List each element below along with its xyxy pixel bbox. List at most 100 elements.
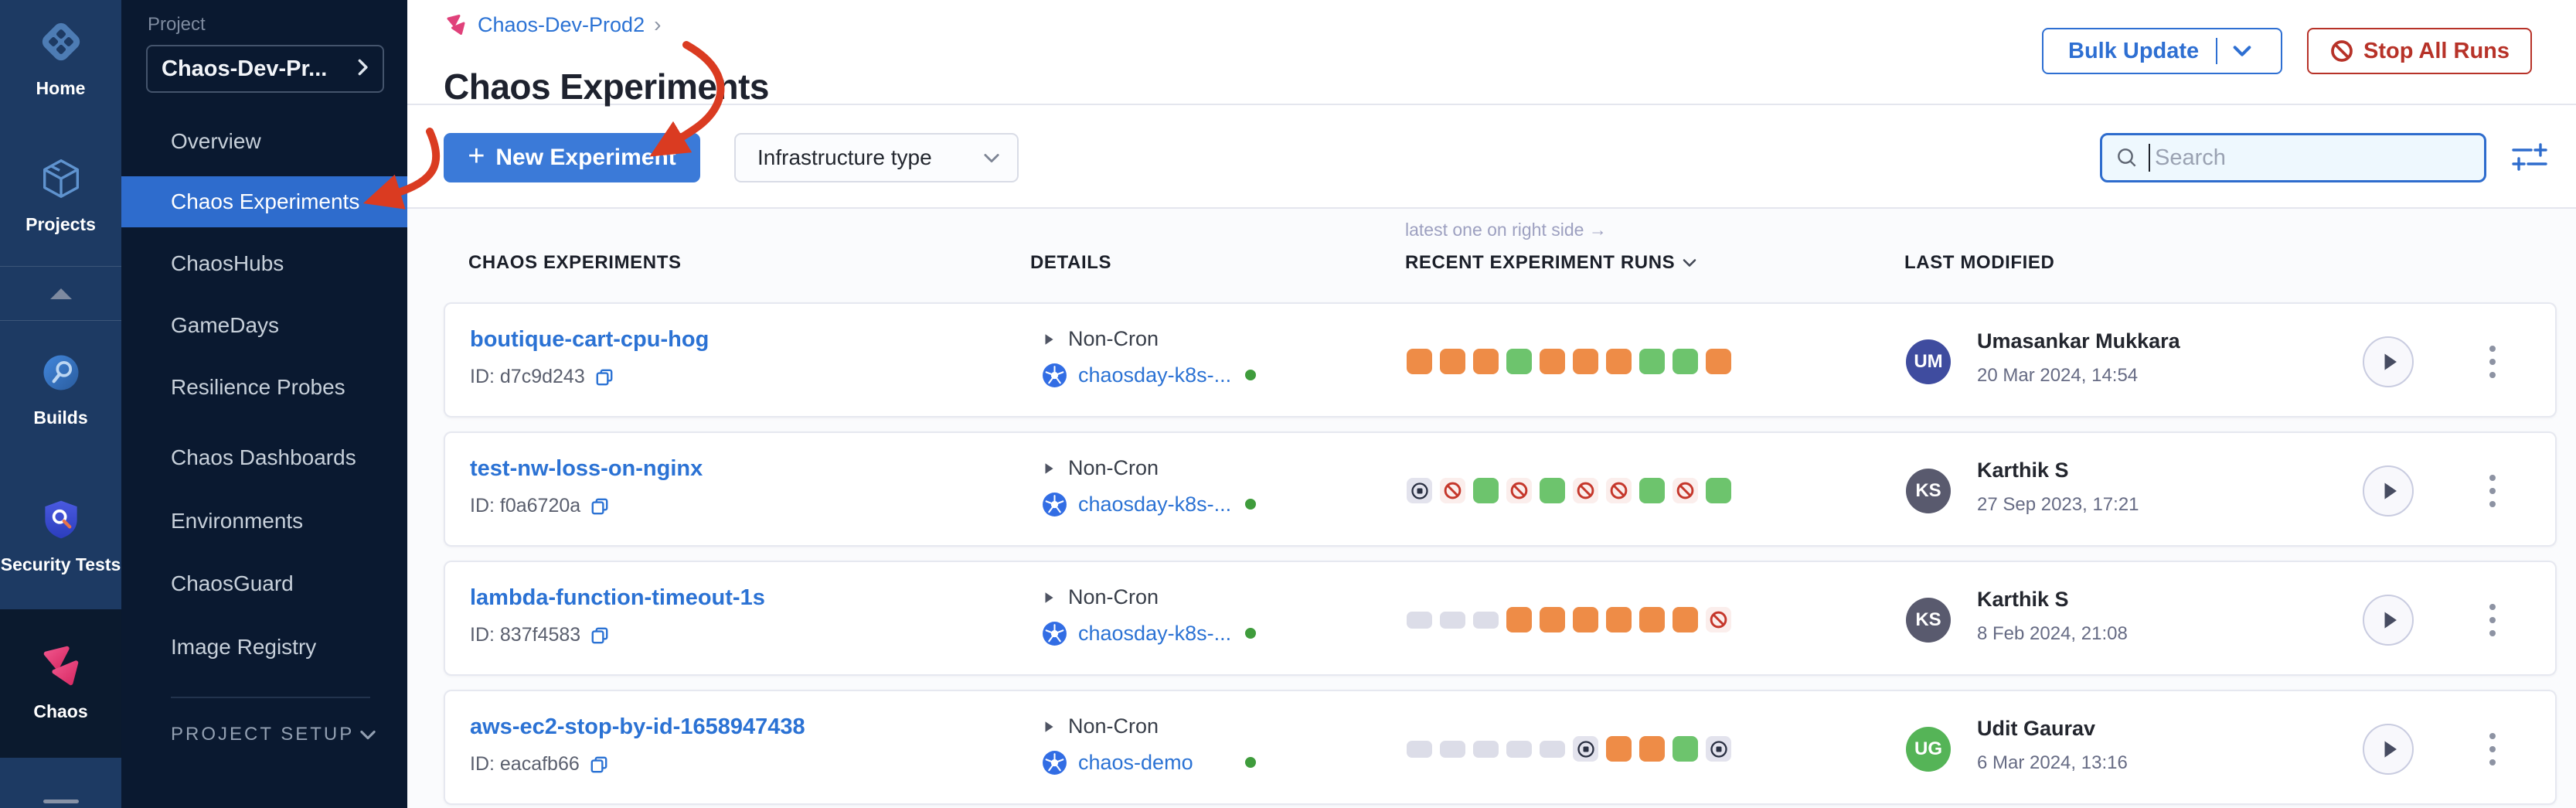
run-status-green[interactable]: [1673, 349, 1698, 374]
rail-label: Projects: [26, 214, 96, 234]
infrastructure-link[interactable]: chaos-demo: [1078, 751, 1193, 775]
run-status-orange[interactable]: [1706, 349, 1731, 374]
run-status-green[interactable]: [1639, 478, 1665, 503]
infrastructure-link[interactable]: chaosday-k8s-...: [1078, 493, 1231, 517]
run-status-stopped[interactable]: [1407, 478, 1432, 503]
run-experiment-button[interactable]: [2363, 595, 2414, 646]
recent-runs: [1407, 478, 1731, 503]
row-menu-button[interactable]: [2486, 733, 2499, 765]
run-status-noentry[interactable]: [1440, 478, 1465, 503]
run-experiment-button[interactable]: [2363, 465, 2414, 517]
copy-icon[interactable]: [590, 496, 610, 517]
run-status-orange[interactable]: [1639, 607, 1665, 632]
copy-icon[interactable]: [589, 755, 609, 775]
run-status-orange[interactable]: [1606, 349, 1632, 374]
search-input[interactable]: [2153, 145, 2450, 172]
run-status-orange[interactable]: [1673, 607, 1698, 632]
module-rail: Home Projects Builds Security Tests Chao…: [0, 0, 121, 808]
stop-all-runs-button[interactable]: Stop All Runs: [2307, 28, 2532, 74]
recent-runs: [1407, 736, 1731, 762]
experiment-row: lambda-function-timeout-1s ID: 837f4583 …: [444, 561, 2557, 676]
row-menu-button[interactable]: [2486, 475, 2499, 507]
row-menu-button[interactable]: [2486, 346, 2499, 378]
filter-icon[interactable]: [2511, 139, 2548, 176]
run-status-empty[interactable]: [1440, 612, 1465, 629]
sidebar-item-overview[interactable]: Overview: [121, 116, 407, 167]
sidebar-item-resilience-probes[interactable]: Resilience Probes: [121, 362, 407, 413]
run-status-empty[interactable]: [1506, 741, 1532, 758]
modified-by-name: Umasankar Mukkara: [1977, 329, 2180, 353]
sidebar-item-chaos-experiments[interactable]: Chaos Experiments: [121, 176, 407, 227]
run-status-empty[interactable]: [1440, 741, 1465, 758]
run-status-empty[interactable]: [1473, 741, 1499, 758]
projects-cube-icon: [37, 155, 85, 206]
rail-item-chaos[interactable]: Chaos: [0, 642, 121, 721]
infrastructure-link[interactable]: chaosday-k8s-...: [1078, 622, 1231, 646]
run-status-empty[interactable]: [1407, 612, 1432, 629]
run-status-orange[interactable]: [1606, 607, 1632, 632]
rail-item-home[interactable]: Home: [0, 17, 121, 98]
run-status-orange[interactable]: [1639, 736, 1665, 762]
sidebar-item-environments[interactable]: Environments: [121, 496, 407, 547]
rail-item-security-tests[interactable]: Security Tests: [0, 496, 121, 574]
run-status-stopped[interactable]: [1573, 736, 1598, 762]
project-name: Chaos-Dev-Pr...: [162, 56, 327, 82]
copy-icon[interactable]: [590, 626, 610, 646]
kubernetes-icon: [1042, 363, 1067, 388]
run-status-orange[interactable]: [1573, 349, 1598, 374]
run-status-orange[interactable]: [1440, 349, 1465, 374]
modified-date: 6 Mar 2024, 13:16: [1977, 752, 2128, 774]
run-experiment-button[interactable]: [2363, 724, 2414, 775]
rail-collapse-button[interactable]: [0, 267, 121, 321]
row-menu-button[interactable]: [2486, 604, 2499, 636]
new-experiment-button[interactable]: + New Experiment: [444, 133, 700, 182]
bulk-update-button[interactable]: Bulk Update: [2042, 28, 2282, 74]
run-experiment-button[interactable]: [2363, 336, 2414, 387]
run-status-green[interactable]: [1540, 478, 1565, 503]
experiment-name-link[interactable]: test-nw-loss-on-nginx: [470, 456, 703, 482]
infrastructure-type-dropdown[interactable]: Infrastructure type: [734, 133, 1019, 182]
run-status-orange[interactable]: [1473, 349, 1499, 374]
run-status-orange[interactable]: [1407, 349, 1432, 374]
run-status-empty[interactable]: [1540, 741, 1565, 758]
breadcrumb-project-link[interactable]: Chaos-Dev-Prod2: [478, 13, 645, 37]
run-status-stopped[interactable]: [1706, 736, 1731, 762]
experiment-name-link[interactable]: boutique-cart-cpu-hog: [470, 327, 709, 353]
run-status-orange[interactable]: [1506, 607, 1532, 632]
run-status-noentry[interactable]: [1506, 478, 1532, 503]
main-content: Chaos-Dev-Prod2 › Chaos Experiments Bulk…: [407, 0, 2576, 808]
sidebar-item-chaoshubs[interactable]: ChaosHubs: [121, 238, 407, 289]
run-status-green[interactable]: [1706, 478, 1731, 503]
sidebar-item-image-registry[interactable]: Image Registry: [121, 622, 407, 673]
column-header-recent-runs[interactable]: RECENT EXPERIMENT RUNS: [1405, 252, 1696, 274]
experiment-name-link[interactable]: lambda-function-timeout-1s: [470, 585, 765, 611]
project-selector[interactable]: Chaos-Dev-Pr...: [146, 45, 384, 93]
copy-icon[interactable]: [594, 367, 614, 387]
run-status-orange[interactable]: [1606, 736, 1632, 762]
run-status-orange[interactable]: [1540, 349, 1565, 374]
play-icon: [1042, 461, 1056, 476]
chaos-pinwheel-icon: [37, 642, 85, 694]
run-status-orange[interactable]: [1540, 607, 1565, 632]
sidebar-item-chaos-dashboards[interactable]: Chaos Dashboards: [121, 432, 407, 483]
project-setup-toggle[interactable]: PROJECT SETUP: [171, 724, 376, 745]
rail-bottom-handle[interactable]: [43, 799, 79, 803]
run-status-noentry[interactable]: [1706, 607, 1731, 632]
sidebar-item-gamedays[interactable]: GameDays: [121, 300, 407, 351]
run-status-empty[interactable]: [1407, 741, 1432, 758]
infrastructure-link[interactable]: chaosday-k8s-...: [1078, 363, 1231, 387]
run-status-empty[interactable]: [1473, 612, 1499, 629]
run-status-orange[interactable]: [1573, 607, 1598, 632]
run-status-noentry[interactable]: [1573, 478, 1598, 503]
run-status-noentry[interactable]: [1606, 478, 1632, 503]
rail-item-builds[interactable]: Builds: [0, 349, 121, 428]
run-status-noentry[interactable]: [1673, 478, 1698, 503]
rail-item-projects[interactable]: Projects: [0, 155, 121, 234]
run-status-green[interactable]: [1673, 736, 1698, 762]
sidebar-item-chaosguard[interactable]: ChaosGuard: [121, 558, 407, 609]
experiment-name-link[interactable]: aws-ec2-stop-by-id-1658947438: [470, 714, 805, 740]
run-status-green[interactable]: [1473, 478, 1499, 503]
chevron-down-icon[interactable]: [2233, 45, 2251, 57]
run-status-green[interactable]: [1639, 349, 1665, 374]
run-status-green[interactable]: [1506, 349, 1532, 374]
